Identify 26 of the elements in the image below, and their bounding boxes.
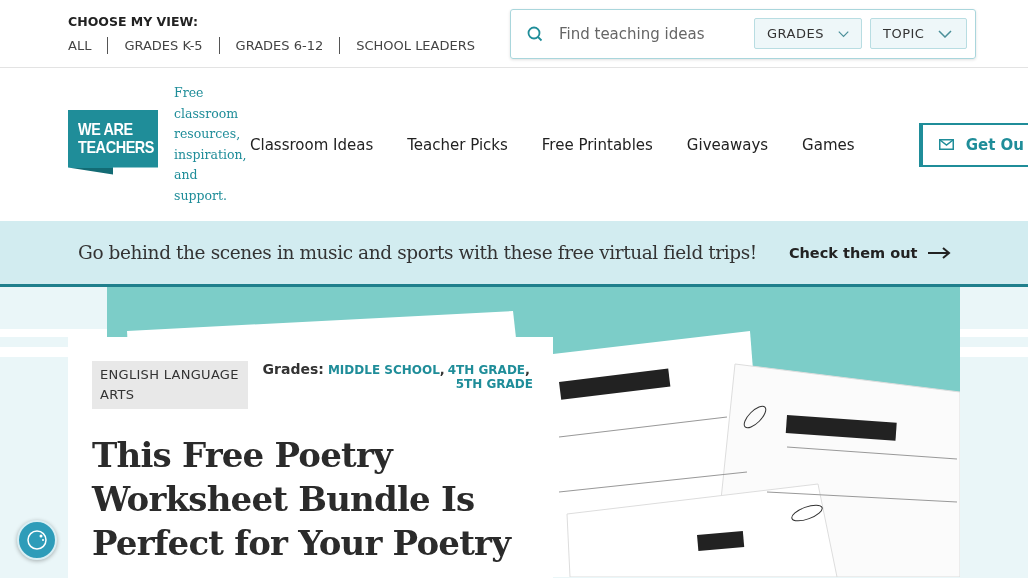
newsletter-button[interactable]: Get Ou [918,122,1028,167]
separator: , [439,362,445,377]
grade-link[interactable]: 5TH GRADE [455,377,533,391]
grade-link[interactable]: 4TH GRADE [447,363,526,377]
category-tag[interactable]: ENGLISH LANGUAGE ARTS [92,361,248,409]
separator: , [525,362,530,377]
nav-link[interactable]: Giveaways [686,135,769,154]
banner-link[interactable]: Check them out [788,244,952,261]
logo[interactable]: WE ARE TEACHERS [68,109,158,175]
view-link[interactable]: SCHOOL LEADERS [339,36,491,54]
article-title: This Free Poetry Worksheet Bundle Is Perfect for Your Poetry [92,434,513,565]
nav-link[interactable]: Free Printables [541,135,653,154]
nav-link[interactable]: Classroom Ideas [250,135,374,154]
view-link[interactable]: ALL [68,36,108,54]
grade-link[interactable]: MIDDLE SCHOOL [327,363,440,377]
grades-label: Grades: [262,361,324,377]
tagline: Free classroom resources, inspiration, and support. [174,84,248,205]
banner-text: Go behind the scenes in music and sports with these free virtual field trips! [78,242,757,263]
nav-link[interactable]: Games [802,135,855,154]
filter-dropdown[interactable]: GRADES [754,18,862,49]
filter-dropdown[interactable]: TOPIC [870,18,967,49]
view-heading: CHOOSE MY VIEW: [68,13,199,29]
view-link[interactable]: GRADES K-5 [107,36,219,54]
view-link[interactable]: GRADES 6-12 [218,36,340,54]
nav-link[interactable]: Teacher Picks [407,135,508,154]
search-field[interactable]: Find teaching ideas GRADES TOPIC [510,8,976,59]
